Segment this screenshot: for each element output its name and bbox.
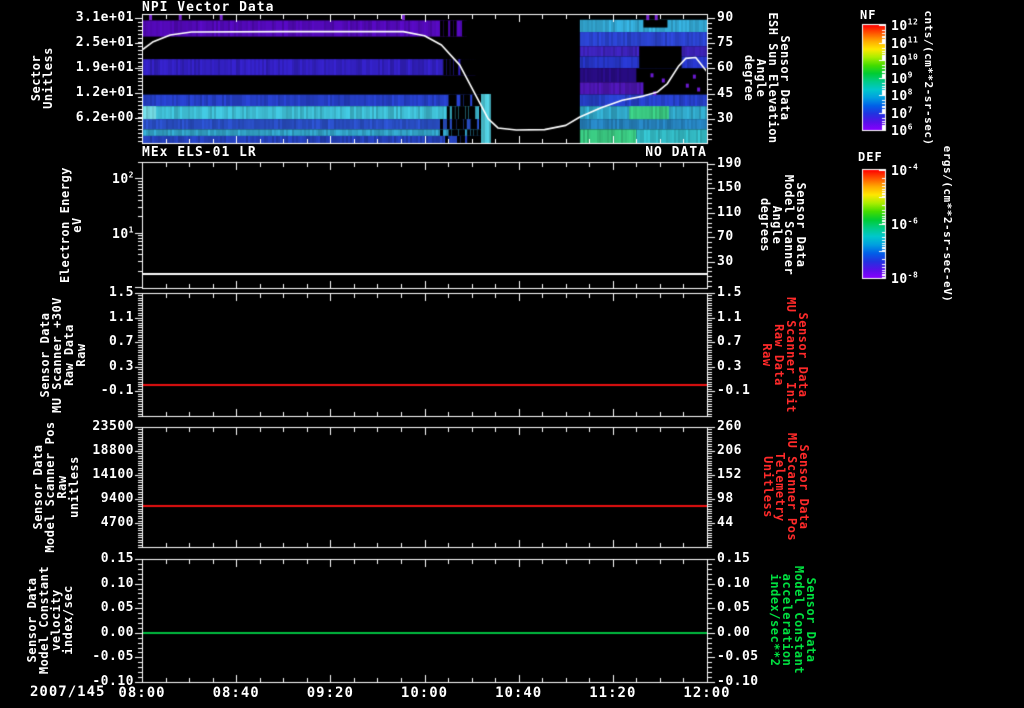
panel2-right-axis-label: Sensor Data Model Scanner Angle degrees <box>758 174 808 276</box>
panel5-y-tick-label-right: -0.05 <box>717 649 759 665</box>
colorbar-nf-title: NF <box>860 8 877 22</box>
panel4-y-tick-label-right: 44 <box>717 514 734 530</box>
panel2-y-tick-label-right: 110 <box>717 204 742 220</box>
panel3-y-tick-label-left: 0.3 <box>109 358 134 374</box>
panel4-y-tick-label-left: 14100 <box>92 466 134 482</box>
colorbar-tick-label: 10-4 <box>891 162 919 179</box>
plot-page: NPI Vector Data MEx ELS-01 LR NO DATA Se… <box>0 0 1024 708</box>
panel2-y-tick-label-left: 102 <box>112 170 134 188</box>
colorbar-tick-label: 10-8 <box>891 270 919 287</box>
x-tick-label: 12:00 <box>683 685 731 701</box>
panel1-left-axis-label: Sector Unitless <box>29 47 55 109</box>
panel2-left-axis-label: Electron Energy eV <box>58 167 84 283</box>
panel3-right-axis-label: Sensor Data MU Scanner Init Raw Data Raw <box>760 297 810 413</box>
panel5-y-tick-label-right: 0.00 <box>717 624 751 640</box>
panel5-y-tick-label-left: 0.15 <box>100 550 134 566</box>
panel3-y-tick-label-right: 1.1 <box>717 309 742 325</box>
panel1-y-tick-label-right: 75 <box>717 35 734 51</box>
panel2-y-tick-label-right: 150 <box>717 180 742 196</box>
colorbar-tick-label: 1011 <box>891 34 919 52</box>
panel5-y-tick-label-left: 0.05 <box>100 600 134 616</box>
panel5-y-tick-label-right: 0.15 <box>717 550 751 566</box>
panel3-y-tick-label-right: 0.3 <box>717 358 742 374</box>
x-tick-label: 08:00 <box>118 685 166 701</box>
panel5-y-tick-label-left: -0.05 <box>92 649 134 665</box>
colorbar-tick-label: 10-6 <box>891 216 919 233</box>
colorbar-def-title: DEF <box>858 150 883 164</box>
panel3-y-tick-label-left: -0.1 <box>100 383 134 399</box>
panel4-y-tick-label-left: 4700 <box>100 514 134 530</box>
panel1-y-tick-label-left: 3.1e+01 <box>75 9 134 25</box>
colorbar-tick-label: 1010 <box>891 52 919 69</box>
no-data-label: NO DATA <box>645 145 707 160</box>
panel4-y-tick-label-left: 18800 <box>92 442 134 458</box>
panel3-y-tick-label-left: 0.7 <box>109 334 134 350</box>
panel1-y-tick-label-right: 30 <box>717 110 734 126</box>
panel3-y-tick-label-left: 1.5 <box>109 284 134 300</box>
panel5-y-tick-label-left: 0.00 <box>100 624 134 640</box>
panel3-left-axis-label: Sensor Data MU Scanner +30V Raw Data Raw <box>38 297 88 413</box>
x-tick-label: 09:20 <box>306 685 354 701</box>
panel3-y-tick-label-right: -0.1 <box>717 383 751 399</box>
x-tick-label: 10:00 <box>400 685 449 701</box>
plot-canvas <box>0 0 1024 708</box>
panel5-y-tick-label-left: 0.10 <box>100 575 134 591</box>
panel4-y-tick-label-left: 9400 <box>100 490 134 506</box>
panel4-left-axis-label: Sensor Data Model Scanner Pos Raw unitle… <box>31 421 81 553</box>
panel5-left-axis-label: Sensor Data Model Constant velocity inde… <box>25 565 75 675</box>
colorbar-tick-label: 106 <box>891 122 913 139</box>
colorbar-tick-label: 109 <box>891 69 913 87</box>
panel1-y-tick-label-left: 1.9e+01 <box>75 59 134 75</box>
panel5-y-tick-label-right: 0.05 <box>717 600 751 616</box>
x-tick-label: 08:40 <box>212 685 260 701</box>
colorbar-def-unit-label: ergs/(cm**2-sr-sec-eV) <box>941 145 954 303</box>
panel3-y-tick-label-right: 1.5 <box>717 284 742 300</box>
x-tick-label: 10:40 <box>495 685 543 701</box>
panel2-y-tick-label-right: 190 <box>717 155 742 171</box>
panel1-y-tick-label-right: 45 <box>717 85 734 101</box>
panel1-y-tick-label-left: 6.2e+00 <box>75 109 134 125</box>
panel1-y-tick-label-right: 60 <box>717 60 734 76</box>
colorbar-tick-label: 108 <box>891 87 913 104</box>
panel3-y-tick-label-right: 0.7 <box>717 334 742 350</box>
panel4-y-tick-label-right: 260 <box>717 418 742 434</box>
panel5-right-axis-label: Sensor Data Model Constant acceleration … <box>768 565 818 675</box>
x-tick-label: 11:20 <box>589 685 637 701</box>
colorbar-tick-label: 107 <box>891 104 913 122</box>
panel4-y-tick-label-left: 23500 <box>92 418 134 434</box>
colorbar-nf-unit-label: cnts/(cm**2-sr-sec) <box>922 10 935 146</box>
panel2-y-tick-label-right: 30 <box>717 253 734 269</box>
panel1-y-tick-label-left: 1.2e+01 <box>75 84 134 100</box>
panel5-y-tick-label-right: 0.10 <box>717 575 751 591</box>
colorbar-tick-label: 1012 <box>891 17 919 34</box>
panel2-title: MEx ELS-01 LR <box>142 145 257 160</box>
panel4-y-tick-label-right: 206 <box>717 442 742 458</box>
panel1-y-tick-label-right: 90 <box>717 10 734 26</box>
panel1-title: NPI Vector Data <box>142 0 275 15</box>
panel2-y-tick-label-left: 101 <box>112 225 134 242</box>
panel1-y-tick-label-left: 2.5e+01 <box>75 34 134 50</box>
panel1-right-axis-label: Sensor Data ESH Sun Elevation Angle degr… <box>742 12 792 144</box>
panel3-y-tick-label-left: 1.1 <box>109 309 134 325</box>
panel2-y-tick-label-right: 70 <box>717 229 734 245</box>
panel4-y-tick-label-right: 98 <box>717 490 734 506</box>
panel4-y-tick-label-right: 152 <box>717 466 742 482</box>
panel4-right-axis-label: Sensor Data MU Scanner Pos Telemetry Uni… <box>761 432 811 542</box>
